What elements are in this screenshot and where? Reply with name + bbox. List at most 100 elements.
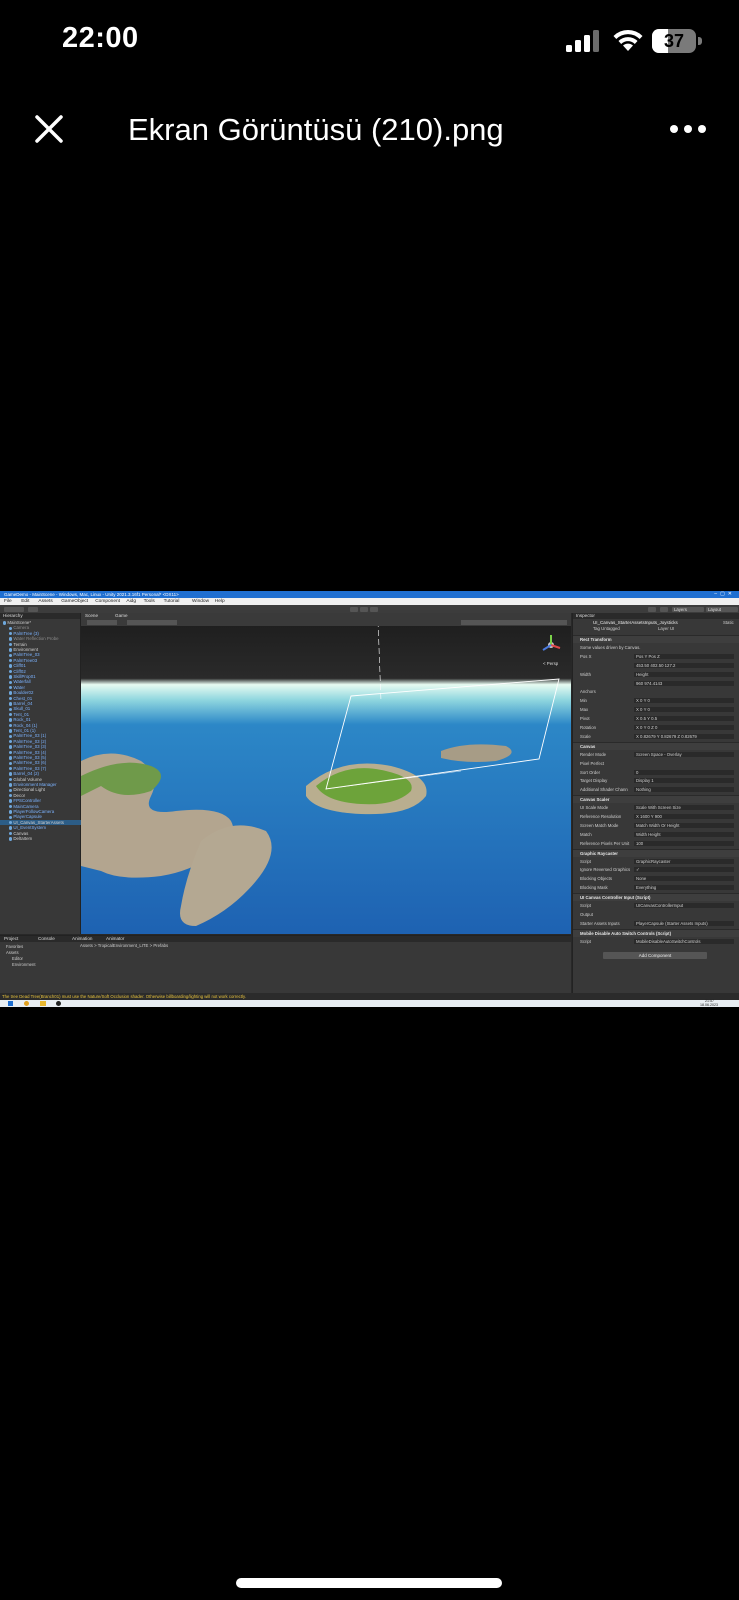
inspector-field: Some values driven by Canvas.	[573, 644, 739, 651]
menu-item: Window	[192, 599, 210, 604]
terrain-viewport	[81, 626, 571, 934]
gameobject-icon	[9, 831, 13, 836]
field-label: Graphic Raycaster	[580, 850, 618, 856]
gameobject-icon	[9, 739, 13, 744]
menu-item: Edit	[21, 599, 30, 604]
inspector-field: Reference Resolution X 1600 Y 900	[573, 813, 739, 820]
hierarchy-row-label: MainCamera	[13, 803, 39, 809]
inspector-field: Min X 0 Y 0	[573, 697, 739, 704]
field-label: Render Mode	[580, 751, 607, 757]
field-label: Canvas	[580, 743, 596, 749]
console-status-bar: The tree Dead Tree(Branch01) must use th…	[0, 993, 739, 1000]
gameobject-icon	[9, 631, 13, 636]
field-label: Blocking Objects	[580, 876, 613, 882]
gameobject-icon	[9, 745, 13, 749]
field-value: X 0.82679 Y 0.82679 Z 0.82679	[634, 733, 734, 739]
folder-icon	[40, 1001, 46, 1006]
history-icon	[648, 607, 656, 612]
cloud-icon	[28, 607, 38, 612]
hierarchy-row-label: Cliff02	[13, 668, 26, 674]
component-header: Mobile Disable Auto Switch Controls (Scr…	[573, 928, 739, 937]
window-controls: –▢✕	[714, 591, 735, 597]
hierarchy-row-label: Cliff01	[13, 663, 26, 669]
field-value: Scale With Screen Size	[634, 805, 734, 811]
field-value: 453.50 402.50 127.2	[634, 662, 734, 668]
component-header: Graphic Raycaster	[573, 848, 739, 857]
gameobject-icon	[9, 642, 13, 647]
hierarchy-row-label: Skull_01	[13, 706, 31, 712]
field-label: Pixel Perfect	[580, 760, 605, 766]
menu-item: Help	[214, 599, 225, 604]
inspector-field: Ignore Reversed Graphics ✓	[573, 866, 739, 873]
inspector-field: Render Mode Screen Space - Overlay	[573, 751, 739, 758]
close-icon[interactable]	[30, 110, 68, 148]
hierarchy-row-label: PalmTree_03 (1)	[13, 733, 47, 739]
scene-tab: Scene	[85, 613, 99, 618]
field-value: Display 1	[634, 778, 734, 784]
gameobject-icon	[9, 648, 13, 652]
field-value: Screen Space - Overlay	[634, 751, 734, 757]
gameobject-icon	[9, 793, 13, 798]
gameobject-icon	[9, 691, 13, 695]
inspector-field: Output	[573, 911, 739, 918]
hierarchy-panel: Hierarchy MainScene* Camera PalmTree (3) Wa…	[0, 613, 89, 934]
game-tab: Game	[115, 613, 128, 618]
gameobject-icon	[9, 750, 13, 755]
more-options-icon[interactable]	[668, 120, 708, 138]
hierarchy-row-label: PalmTree_03 (5)	[13, 755, 47, 760]
hierarchy-row-label: Rock_01	[13, 717, 31, 723]
hierarchy-row-label: DeltaItem	[13, 836, 33, 841]
hierarchy-row-label: PalmTree_03 (6)	[13, 760, 47, 766]
gameobject-icon	[9, 804, 13, 809]
inspector-field: Scale X 0.82679 Y 0.82679 Z 0.82679	[573, 733, 739, 740]
inspector-field: Width Height	[573, 671, 739, 678]
screenshot-image[interactable]: GameDemo - MainScene - Windows, Mac, Lin…	[0, 591, 739, 1007]
hierarchy-row-label: PlayerFollowCamera	[13, 809, 55, 814]
play-icon	[350, 607, 358, 612]
field-label: Target Display	[580, 778, 608, 784]
gameobject-icon	[9, 734, 13, 738]
hierarchy-row-label: PalmTree_03 (3)	[13, 744, 47, 750]
field-value: Nothing	[634, 787, 734, 793]
inspector-field: Max X 0 Y 0	[573, 706, 739, 713]
component-header: Canvas Scaler	[573, 795, 739, 804]
search-icon	[660, 607, 668, 612]
gameobject-icon	[9, 777, 13, 782]
menu-item: File	[4, 599, 12, 604]
field-label: Additional Shader Chann	[580, 787, 628, 793]
gameobject-icon	[9, 826, 13, 830]
component-header: UI Canvas Controller Input (Script)	[573, 893, 739, 902]
component-header: Rect Transform	[573, 635, 739, 643]
home-indicator[interactable]	[236, 1578, 502, 1588]
gameobject-icon	[9, 712, 13, 717]
project-folder: Environment	[12, 962, 36, 967]
hierarchy-row-label: Decor	[13, 792, 26, 798]
field-label: Ignore Reversed Graphics	[580, 867, 631, 873]
field-label: Pos X	[580, 653, 592, 659]
scene-gizmo-icon	[539, 633, 563, 657]
menu-item: Tools	[143, 599, 155, 604]
field-value: Height	[634, 671, 734, 677]
layout-dropdown: Layout	[706, 607, 738, 612]
gameobject-icon	[9, 718, 13, 722]
inspector-field: Screen Match Mode Match Width Or Height	[573, 822, 739, 829]
gameobject-icon	[9, 675, 13, 679]
field-value: UICanvasControllerInput	[634, 903, 734, 908]
hierarchy-row-label: PalmTree_03 (2)	[13, 738, 47, 744]
inspector-field: Pixel Perfect	[573, 760, 739, 767]
static-toggle: Static	[723, 620, 734, 625]
inspector-field: UI Scale Mode Scale With Screen Size	[573, 804, 739, 811]
field-value: Everything	[634, 885, 734, 891]
field-label: Mobile Disable Auto Switch Controls (Scr…	[580, 930, 672, 936]
hierarchy-row-label: Rock_04 (1)	[13, 722, 38, 728]
hierarchy-row-label: PalmTree03	[13, 657, 38, 663]
file-title: Ekran Görüntüsü (210).png	[128, 112, 504, 147]
menu-item: Component	[95, 599, 120, 604]
gameobject-icon	[9, 766, 13, 771]
tag-value: Untagged	[601, 626, 620, 631]
hierarchy-row-label: MainScene*	[7, 620, 32, 625]
inspector-field: Script GraphicRaycaster	[573, 858, 739, 865]
field-label: Blocking Mask	[580, 885, 608, 891]
menu-item: Tutorial	[163, 599, 180, 604]
inspector-field: Pivot X 0.5 Y 0.5	[573, 715, 739, 722]
